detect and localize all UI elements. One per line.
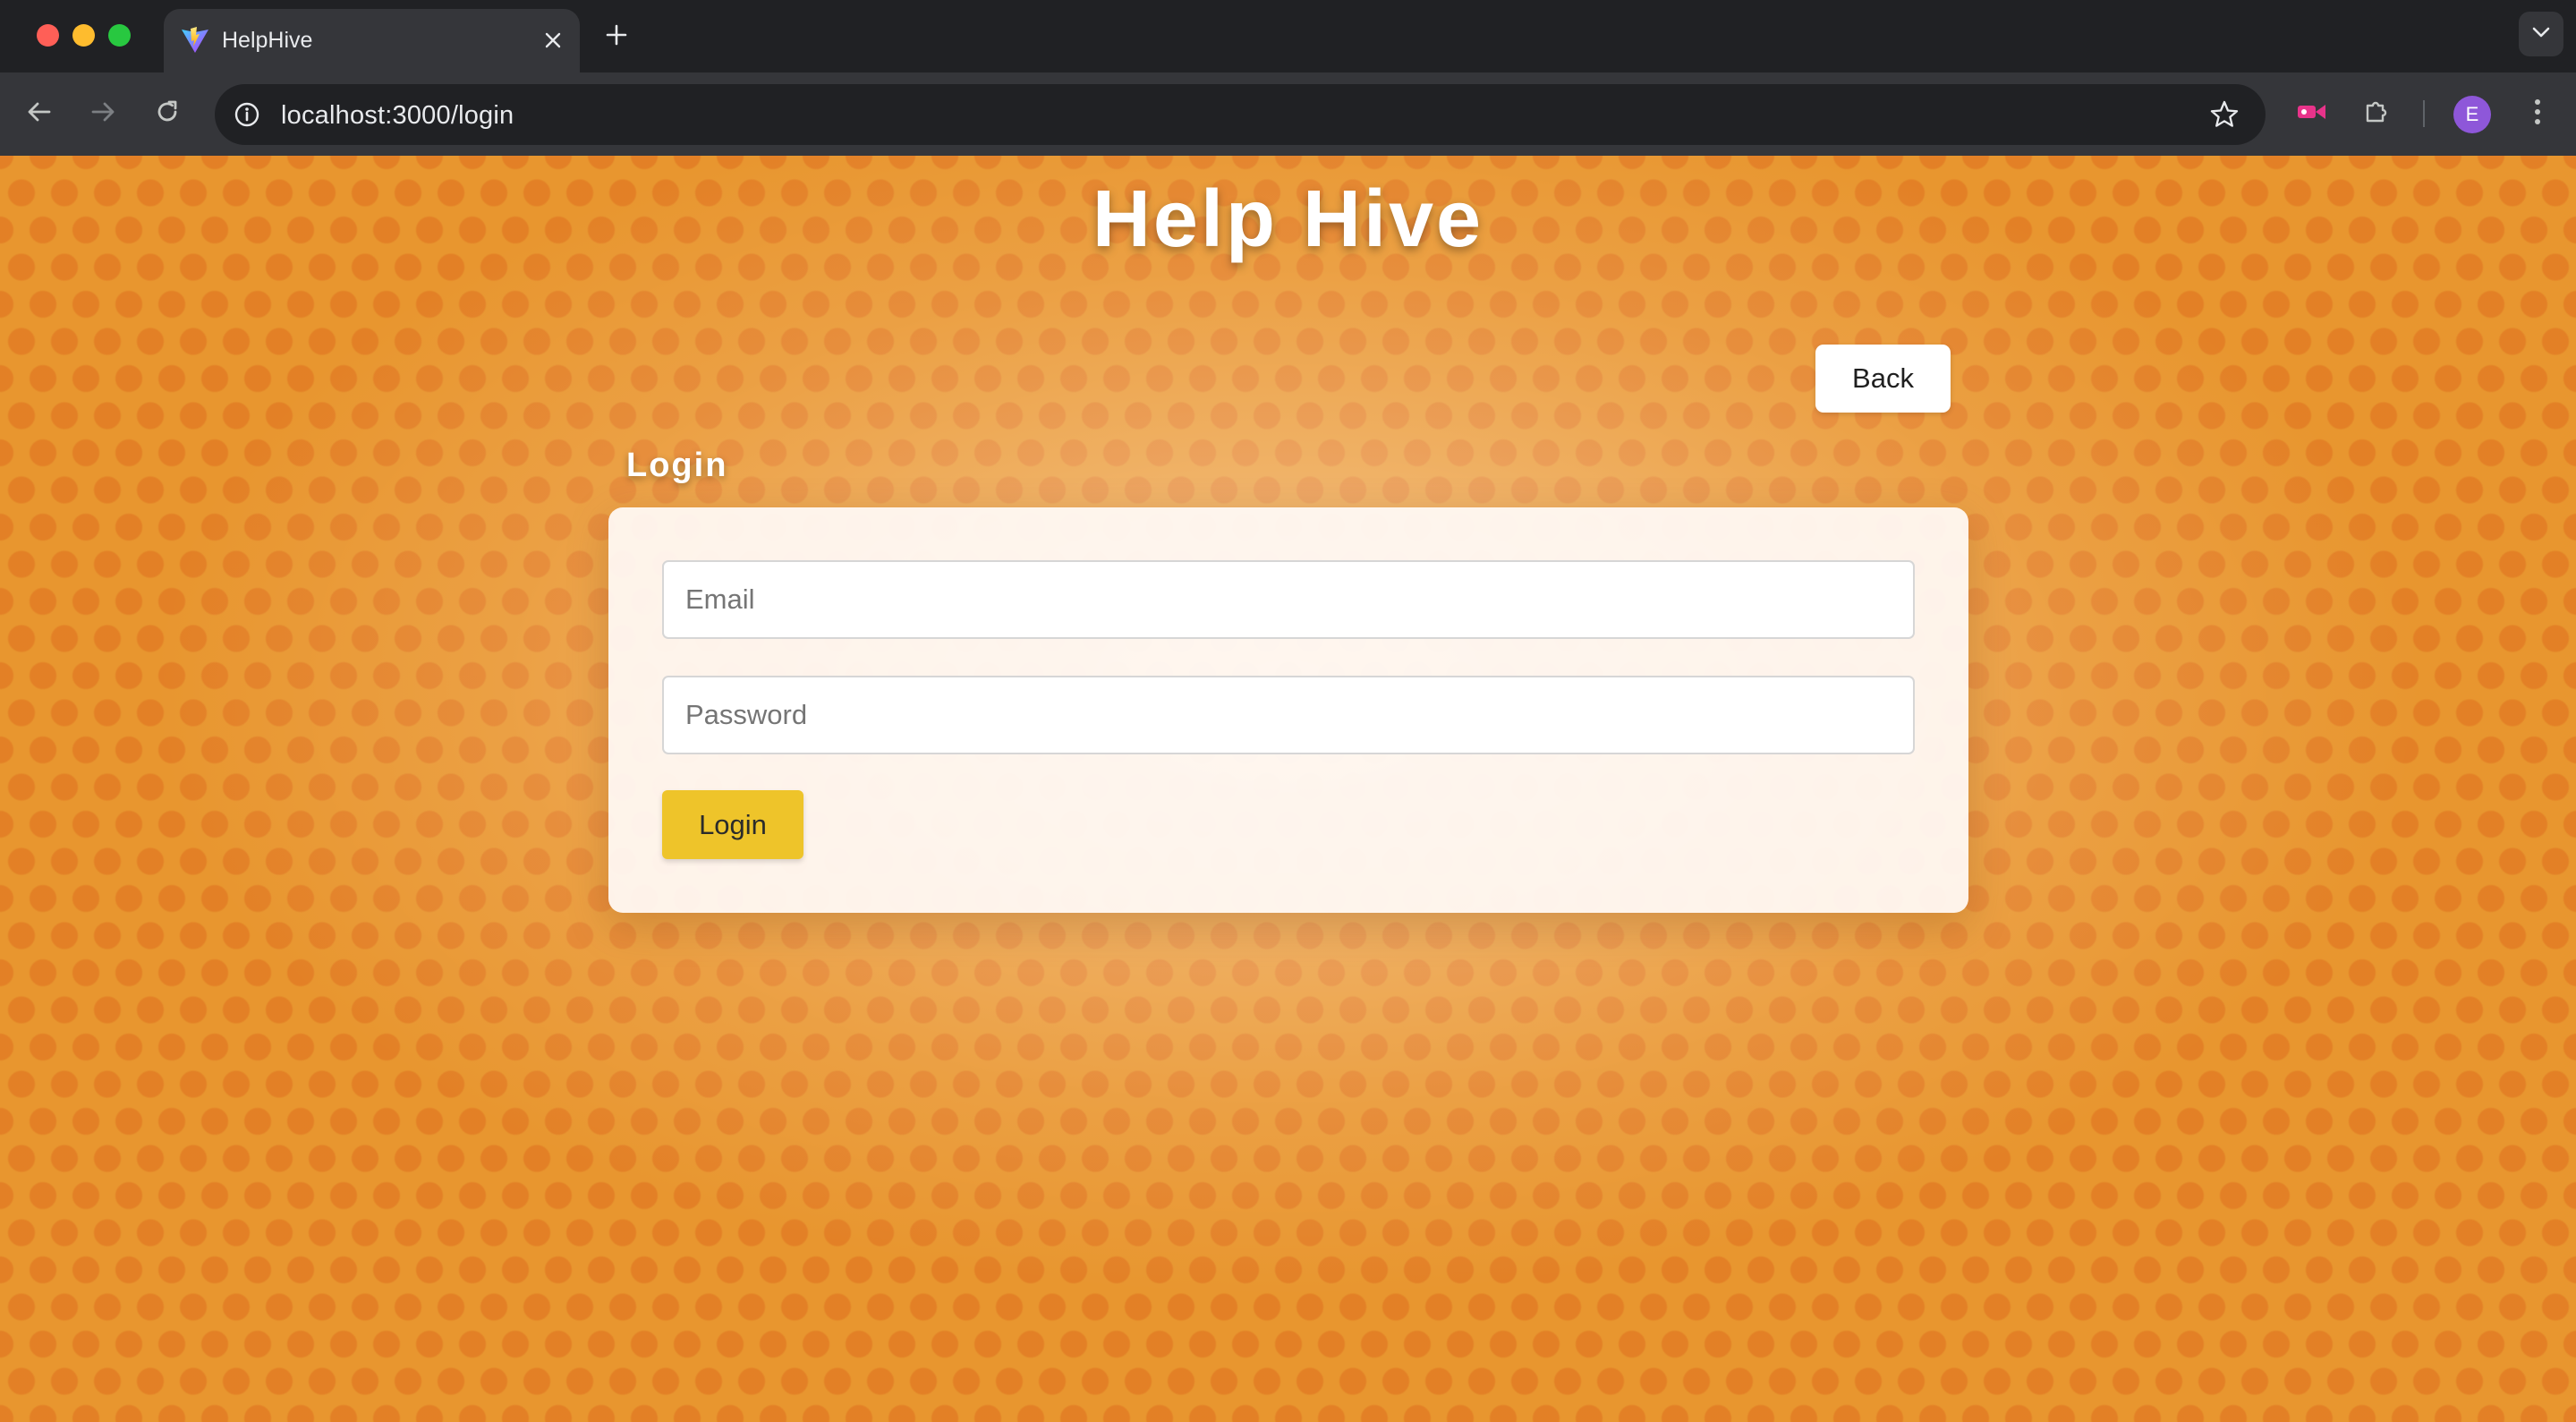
tab-search-button[interactable] (2519, 12, 2563, 56)
tab-strip: HelpHive (0, 0, 2576, 72)
screen-recorder-extension-button[interactable] (2291, 92, 2334, 135)
page-title: Help Hive (1092, 175, 1484, 264)
tab-title: HelpHive (222, 28, 313, 53)
site-info-icon[interactable] (227, 95, 267, 134)
video-camera-icon (2296, 98, 2328, 130)
browser-toolbar: localhost:3000/login E (0, 72, 2576, 156)
vite-logo-icon (180, 25, 210, 55)
email-field[interactable] (662, 560, 1915, 639)
login-heading: Login (626, 447, 728, 484)
reload-icon (154, 98, 181, 130)
password-field[interactable] (662, 676, 1915, 754)
more-vertical-icon (2533, 98, 2542, 131)
extensions-button[interactable] (2355, 92, 2398, 135)
login-form: Login (608, 507, 1968, 913)
reload-button[interactable] (146, 92, 189, 135)
forward-nav-button[interactable] (81, 92, 124, 135)
chevron-down-icon (2531, 26, 2551, 43)
profile-avatar[interactable]: E (2453, 96, 2491, 133)
window-maximize-button[interactable] (108, 24, 131, 47)
arrow-left-icon (26, 98, 53, 130)
login-button[interactable]: Login (662, 790, 803, 859)
plus-icon (606, 24, 627, 50)
browser-menu-button[interactable] (2516, 92, 2559, 135)
bookmark-star-icon[interactable] (2205, 95, 2244, 134)
close-tab-icon[interactable] (538, 25, 568, 55)
back-nav-button[interactable] (18, 92, 61, 135)
url-text: localhost:3000/login (281, 101, 514, 130)
arrow-right-icon (89, 98, 116, 130)
toolbar-divider (2423, 100, 2425, 127)
browser-tab[interactable]: HelpHive (164, 9, 580, 72)
back-button[interactable]: Back (1815, 345, 1951, 413)
new-tab-button[interactable] (599, 20, 633, 54)
window-close-button[interactable] (37, 24, 59, 47)
window-minimize-button[interactable] (72, 24, 95, 47)
address-bar[interactable]: localhost:3000/login (215, 84, 2266, 145)
page-viewport: Help Hive Back Login Login (0, 156, 2576, 1422)
puzzle-piece-icon (2362, 98, 2391, 131)
